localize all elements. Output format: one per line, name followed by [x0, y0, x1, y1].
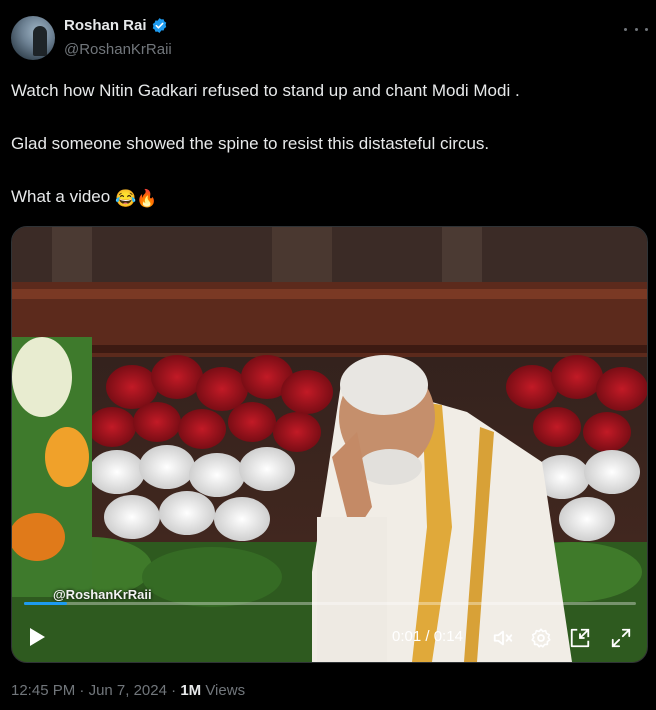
meta-separator-dot: · — [79, 682, 85, 699]
time-separator: / — [421, 628, 434, 645]
views-label: Views — [205, 682, 246, 699]
verified-badge-icon — [152, 18, 166, 33]
tweet-time[interactable]: 12:45 PM — [11, 682, 75, 699]
tweet-line-3: What a video 😂🔥 — [11, 186, 641, 208]
settings-gear-icon[interactable] — [530, 627, 552, 649]
video-player[interactable]: @RoshanKrRaii 0:01 / 0:14 — [11, 226, 648, 663]
video-progress-bar[interactable] — [24, 602, 636, 605]
tweet-line-3-text: What a video — [11, 187, 111, 206]
picture-in-picture-icon[interactable] — [569, 627, 591, 649]
avatar[interactable] — [11, 16, 55, 60]
time-total: 0:14 — [433, 628, 463, 645]
tweet-line-2: Glad someone showed the spine to resist … — [11, 134, 490, 153]
play-icon[interactable] — [28, 627, 46, 647]
views-count: 1M — [180, 682, 202, 699]
tweet-meta: 12:45 PM · Jun 7, 2024 · 1M Views — [11, 682, 245, 699]
mute-icon[interactable] — [492, 627, 514, 649]
video-progress-fill — [24, 602, 67, 605]
fullscreen-icon[interactable] — [610, 627, 632, 649]
more-options-icon[interactable] — [624, 20, 648, 38]
time-current: 0:01 — [392, 628, 422, 645]
video-time: 0:01 / 0:14 — [392, 628, 463, 645]
author-row: Roshan Rai — [64, 17, 168, 34]
meta-separator-dot: · — [171, 682, 177, 699]
author-name[interactable]: Roshan Rai — [64, 17, 147, 34]
video-watermark: @RoshanKrRaii — [53, 587, 152, 602]
tweet-line-1: Watch how Nitin Gadkari refused to stand… — [11, 81, 520, 100]
author-handle[interactable]: @RoshanKrRaii — [64, 41, 172, 58]
video-controls: 0:01 / 0:14 — [12, 615, 647, 655]
tears-of-joy-emoji: 😂 — [114, 189, 137, 208]
tweet-text: Watch how Nitin Gadkari refused to stand… — [11, 80, 641, 208]
tweet-date[interactable]: Jun 7, 2024 — [89, 682, 167, 699]
fire-emoji: 🔥 — [136, 189, 158, 208]
